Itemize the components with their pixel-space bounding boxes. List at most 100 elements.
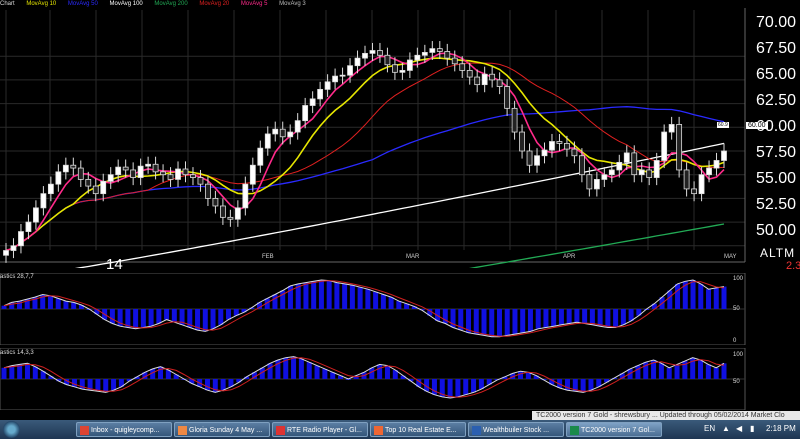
osc-bar (220, 379, 226, 391)
candle (474, 76, 481, 86)
stochastics-panel-1[interactable] (0, 273, 800, 345)
osc-bar (164, 309, 170, 320)
candle (205, 183, 211, 199)
osc-bar (109, 309, 115, 324)
osc-bar (369, 367, 375, 379)
osc-bar (635, 365, 641, 379)
candle (107, 174, 114, 182)
language-indicator[interactable]: EN (704, 424, 715, 433)
y-label-52-5: 52.50 (756, 196, 797, 213)
month-label-apr: APR (563, 254, 576, 260)
volume-icon[interactable]: ◀ (736, 424, 742, 433)
osc2-level-100: 100 (733, 352, 744, 358)
tray-up-arrow-icon[interactable]: ▲ (722, 424, 730, 433)
taskbar-item-gloria[interactable]: Gloria Sunday 4 May ... (174, 422, 270, 437)
taskbar-item-inbox[interactable]: Inbox - quigleycomp... (76, 422, 172, 437)
osc-bar (698, 283, 704, 309)
candle (317, 88, 324, 100)
candle (279, 128, 286, 138)
taskbar-item-rte-radio[interactable]: RTE Radio Player - Gl... (272, 422, 368, 437)
stochastics-panel-2[interactable] (0, 348, 800, 410)
osc-bar (543, 309, 549, 328)
candle (152, 163, 159, 173)
candle (347, 65, 353, 76)
osc-bar (690, 279, 696, 309)
browser-icon (178, 425, 187, 435)
taskbar-item-label: Gloria Sunday 4 May ... (189, 427, 263, 434)
candle (541, 149, 548, 157)
word-document-icon (472, 425, 481, 435)
candle (377, 50, 383, 56)
osc-bar (140, 309, 146, 328)
osc-bar (226, 309, 232, 320)
osc-bar (158, 366, 164, 379)
candle (272, 128, 279, 135)
osc-bar (303, 282, 309, 309)
osc-bar (527, 309, 533, 332)
candle (526, 150, 533, 166)
candle (616, 161, 623, 171)
osc-bar (675, 283, 681, 309)
candle (436, 48, 443, 52)
osc-bar (272, 294, 278, 309)
osc-bar (342, 283, 348, 309)
candle (197, 177, 204, 185)
osc-bar (713, 287, 719, 309)
osc-bar (705, 364, 711, 379)
osc-bar (133, 309, 139, 329)
candle (429, 48, 436, 53)
osc-bar (605, 309, 611, 328)
candle (481, 73, 488, 86)
osc-bar (698, 359, 704, 379)
candle (549, 141, 555, 151)
ticker-symbol[interactable]: ALTM (760, 246, 795, 260)
taskbar: Inbox - quigleycomp... Gloria Sunday 4 M… (0, 420, 800, 439)
month-label-may: MAY (724, 254, 737, 260)
y-label-55: 55.00 (756, 170, 797, 187)
osc-bar (47, 295, 53, 309)
windows-start-icon[interactable] (3, 421, 20, 438)
osc-bar (349, 285, 355, 309)
osc-bar (111, 379, 117, 391)
candle (100, 180, 107, 195)
osc-bar (447, 379, 453, 399)
candle (362, 52, 368, 59)
legend-movavg-3: MovAvg 3 (279, 1, 306, 7)
osc-bar (314, 365, 320, 379)
candle (77, 167, 84, 180)
taskbar-item-wealthbuilder[interactable]: Wealthbuiler Stock ... (468, 422, 564, 437)
candle (332, 75, 338, 83)
osc-bar (518, 371, 524, 379)
osc-bar (32, 366, 38, 379)
osc-bar (589, 309, 595, 325)
period-label: 14 (106, 256, 123, 273)
candle (653, 160, 660, 178)
taskbar-item-label: Inbox - quigleycomp... (91, 427, 160, 434)
osc-bar (620, 309, 626, 325)
candle (40, 193, 47, 209)
candle (175, 168, 181, 180)
price-chart[interactable] (0, 0, 800, 268)
network-icon[interactable]: ▮ (750, 424, 754, 433)
candle (18, 231, 24, 247)
taskbar-item-real-estate[interactable]: Top 10 Real Estate E... (370, 422, 466, 437)
osc-bar (322, 368, 328, 379)
osc-bar (481, 309, 487, 336)
osc-bar (1, 305, 7, 309)
clock[interactable]: 2:18 PM (766, 424, 796, 433)
osc-bar (24, 363, 30, 379)
candle (691, 188, 697, 195)
osc-bar (373, 291, 379, 309)
candle (219, 205, 226, 218)
candle (369, 50, 376, 54)
taskbar-item-tc2000[interactable]: TC2000 version 7 Gol... (566, 422, 662, 437)
candle (137, 165, 144, 178)
osc-bar (721, 286, 727, 309)
candle (392, 64, 398, 73)
osc-bar (674, 364, 680, 379)
candle (354, 57, 361, 67)
candle (511, 107, 518, 133)
osc-bar (558, 309, 564, 325)
osc-bar (148, 309, 154, 327)
candle (676, 124, 683, 171)
